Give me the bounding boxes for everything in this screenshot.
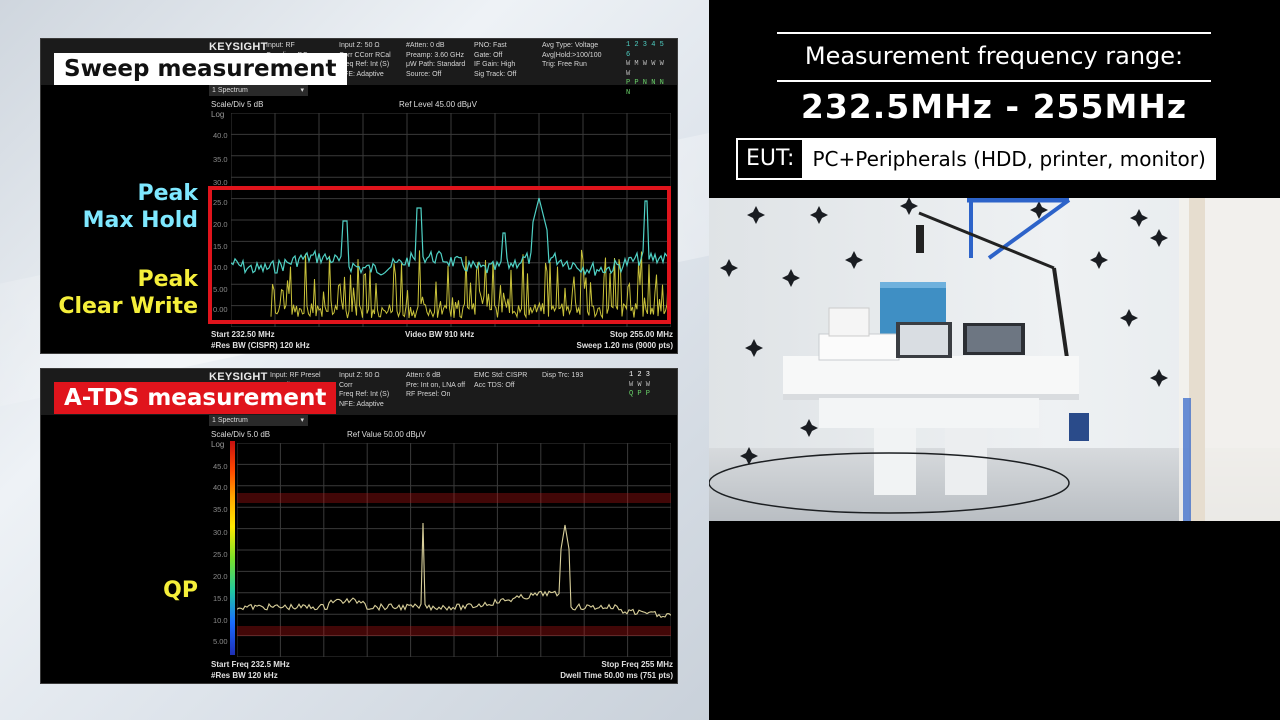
atds-title: A-TDS measurement (54, 382, 337, 414)
sweep-title: Sweep measurement (54, 53, 347, 85)
start-freq: Start 232.50 MHz (211, 330, 275, 339)
anechoic-chamber-photo (709, 198, 1280, 521)
log-label: Log (211, 110, 225, 119)
trace-indicator: 1 2 3 W W W Q P P (629, 371, 675, 400)
header-col-emc: EMC Std: CISPR Acc TDS: Off (474, 372, 528, 389)
scale-div: Scale/Div 5.0 dB (211, 430, 271, 439)
ref-level: Ref Level 45.00 dBμV (399, 100, 477, 109)
log-label: Log (211, 440, 225, 449)
sweep-time: Sweep 1.20 ms (9000 pts) (576, 341, 674, 350)
trace-row-numbers: 1 2 3 (629, 371, 651, 379)
video-bw: Video BW 910 kHz (405, 330, 475, 339)
y-tick: 30.0 (213, 528, 228, 537)
upper-band (237, 493, 671, 503)
qp-label: QP (163, 578, 198, 603)
eut-label: EUT: (738, 140, 805, 178)
y-tick: 35.0 (213, 155, 228, 164)
y-tick: 25.0 (213, 550, 228, 559)
y-tick: 10.0 (213, 616, 228, 625)
header-col-pno: PNO: Fast Gate: Off IF Gain: High Sig Tr… (474, 42, 517, 78)
color-scale-bar (230, 441, 235, 655)
brand-logo: KEYSIGHT (209, 41, 268, 53)
y-tick: 40.0 (213, 131, 228, 140)
y-tick: 20.0 (213, 572, 228, 581)
trace-row-modes: W W W (629, 380, 651, 389)
y-tick: 15.0 (213, 594, 228, 603)
trace-row-modes: W M W W W W (626, 60, 664, 78)
y-tick: 35.0 (213, 505, 228, 514)
res-bw: #Res BW (CISPR) 120 kHz (211, 341, 310, 350)
eut-value: PC+Peripherals (HDD, printer, monitor) (804, 140, 1214, 178)
dwell-time: Dwell Time 50.00 ms (751 pts) (560, 671, 673, 680)
trace-indicator: 1 2 3 4 5 6 W M W W W W P P N N N N (626, 41, 672, 98)
scale-div: Scale/Div 5 dB (211, 100, 264, 109)
frequency-range-value: 232.5MHz - 255MHz (800, 87, 1188, 126)
y-tick: 40.0 (213, 483, 228, 492)
spectrum-tab[interactable]: 1 Spectrum (209, 85, 308, 96)
header-col-atten: Atten: 6 dB Pre: Int on, LNA off RF Pres… (406, 372, 466, 398)
trace-row-detectors: Q P P (629, 390, 651, 398)
y-tick: 5.00 (213, 637, 228, 646)
ref-value: Ref Value 50.00 dBμV (347, 430, 426, 439)
trace-row-detectors: P P N N N N (626, 79, 664, 97)
atds-plot (237, 443, 671, 657)
highlight-frame (208, 186, 671, 324)
lower-band (237, 626, 671, 636)
atds-analyzer-screen: KEYSIGHT Input: RF Presel Coupling: DC A… (40, 368, 678, 684)
eut-box: EUT: PC+Peripherals (HDD, printer, monit… (736, 138, 1216, 180)
frequency-range-heading: Measurement frequency range: (777, 32, 1211, 82)
stop-freq: Stop 255.00 MHz (609, 330, 673, 339)
header-col-atten: #Atten: 0 dB Preamp: 3.60 GHz μW Path: S… (406, 42, 466, 78)
header-col-inputz: Input Z: 50 Ω Corr CCorr RCal Freq Ref: … (339, 42, 391, 78)
start-freq: Start Freq 232.5 MHz (211, 660, 290, 669)
y-tick: 45.0 (213, 462, 228, 471)
header-col-inputz: Input Z: 50 Ω Corr Freq Ref: Int (S) NFE… (339, 372, 390, 408)
spectrum-tab[interactable]: 1 Spectrum (209, 415, 308, 426)
peak-max-hold-label: Peak Max Hold (82, 181, 198, 233)
peak-clear-write-label: Peak Clear Write (58, 267, 198, 319)
trace-row-numbers: 1 2 3 4 5 6 (626, 41, 664, 59)
header-col-disp: Disp Trc: 193 (542, 372, 584, 379)
header-col-avg: Avg Type: Voltage Avg|Hold:>100/100 Trig… (542, 42, 602, 68)
res-bw: #Res BW 120 kHz (211, 671, 278, 680)
stop-freq: Stop Freq 255 MHz (601, 660, 673, 669)
plot-grid (237, 443, 671, 657)
